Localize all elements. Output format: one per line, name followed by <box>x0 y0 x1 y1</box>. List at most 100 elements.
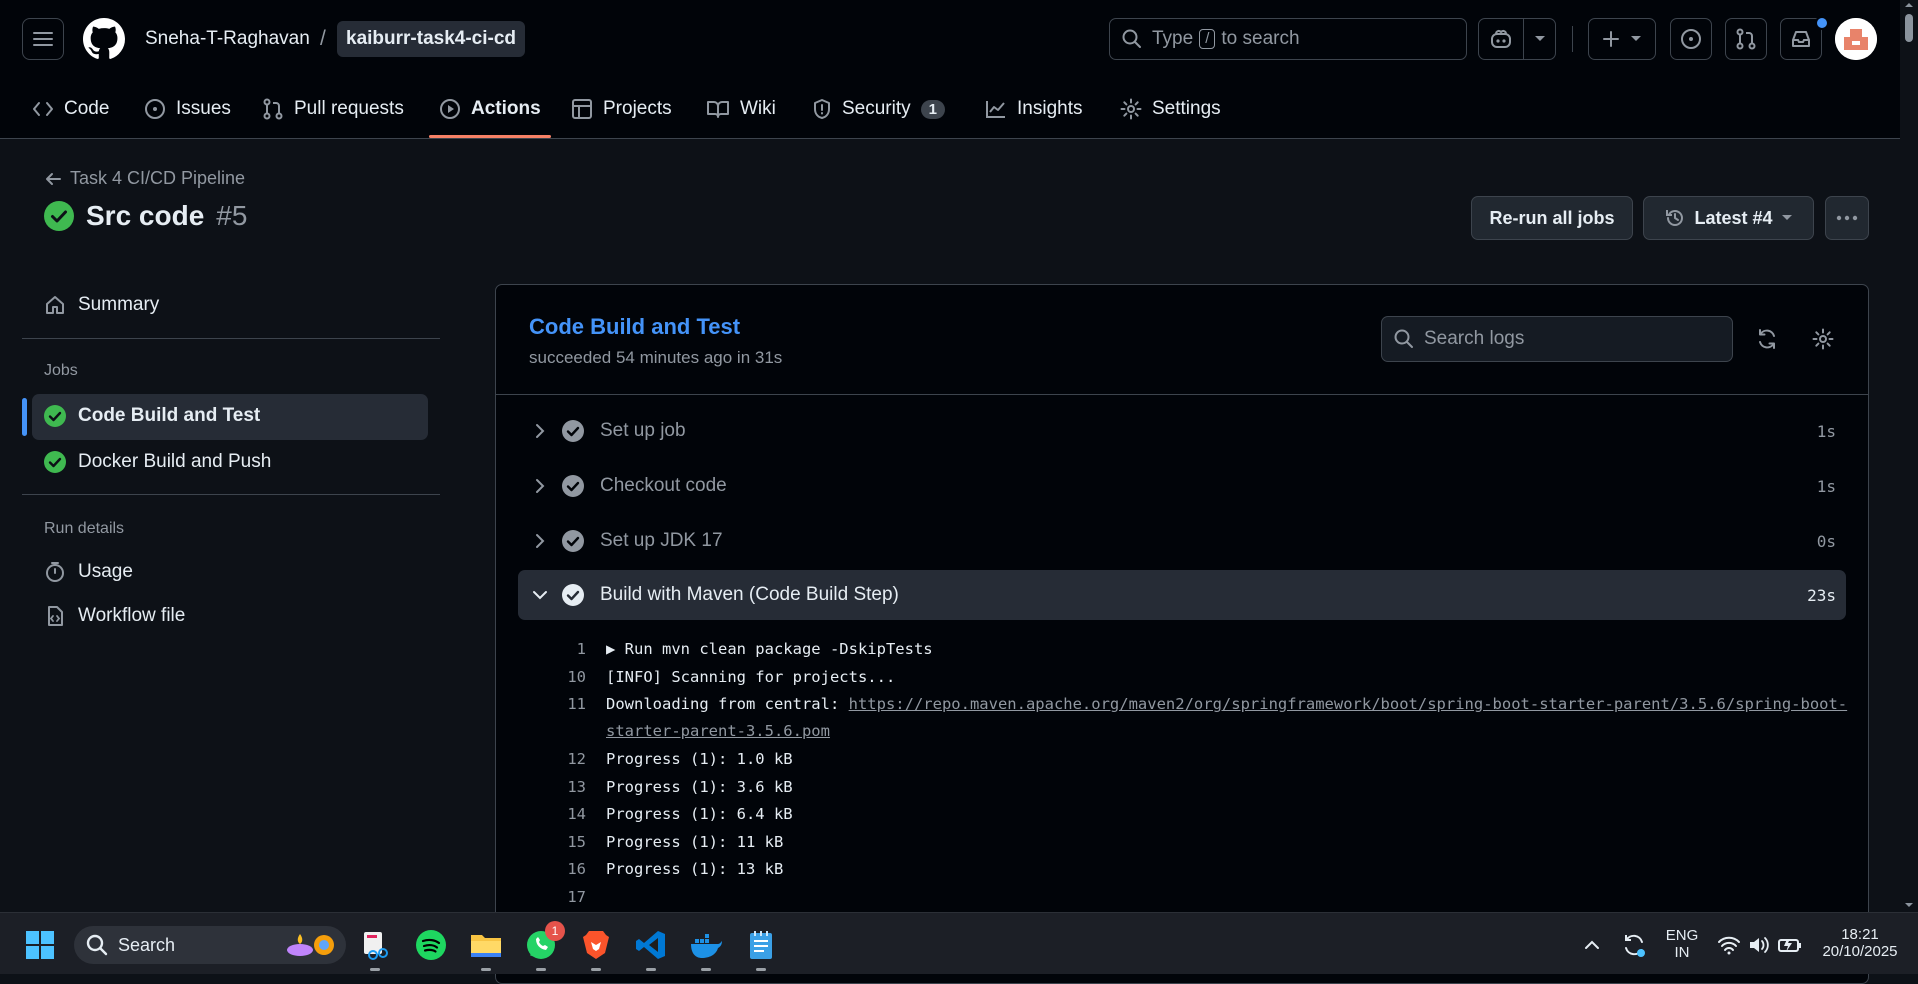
sidebar-item-workflow-file[interactable]: Workflow file <box>44 605 185 627</box>
check-circle-icon <box>44 405 66 427</box>
taskbar-app-whatsapp[interactable]: 1 <box>521 921 565 971</box>
log-line: 17 <box>540 884 1850 911</box>
taskbar-app-vscode[interactable] <box>631 925 671 971</box>
taskbar-app-spotify[interactable] <box>411 925 451 965</box>
issues-button[interactable] <box>1670 18 1712 60</box>
jobs-heading: Jobs <box>44 362 78 379</box>
rerun-all-jobs-button[interactable]: Re-run all jobs <box>1471 196 1633 240</box>
sidebar-item-label: Code Build and Test <box>78 405 261 426</box>
taskbar-search[interactable]: Search <box>74 926 346 964</box>
github-logo-icon[interactable] <box>83 18 125 60</box>
sidebar-item-summary[interactable]: Summary <box>44 294 159 316</box>
back-to-workflow-link[interactable]: Task 4 CI/CD Pipeline <box>44 168 245 189</box>
breadcrumb-repo[interactable]: kaiburr-task4-ci-cd <box>337 21 526 57</box>
volume-icon <box>1750 937 1769 953</box>
spotify-icon <box>416 930 446 960</box>
tab-actions[interactable]: Actions <box>429 80 551 138</box>
search-suffix: to search <box>1221 28 1300 49</box>
tab-pull-requests[interactable]: Pull requests <box>262 80 404 138</box>
search-highlight-icon <box>287 934 334 956</box>
taskbar-app-notepad[interactable] <box>741 925 781 971</box>
step-row[interactable]: Set up job 1s <box>518 406 1846 456</box>
show-hidden-icons-button[interactable] <box>1572 925 1612 965</box>
region-code: IN <box>1674 944 1690 961</box>
shield-icon <box>814 99 830 119</box>
input-language[interactable]: ENG IN <box>1664 927 1700 961</box>
kebab-horizontal-icon <box>1836 215 1858 221</box>
tab-projects[interactable]: Projects <box>571 80 672 138</box>
job-title[interactable]: Code Build and Test <box>529 314 740 340</box>
arrow-left-icon <box>46 172 61 185</box>
home-icon <box>46 296 64 314</box>
stopwatch-icon <box>46 562 64 582</box>
log-line-number: 1 <box>576 640 586 658</box>
step-row-expanded[interactable]: Build with Maven (Code Build Step) 23s <box>518 570 1846 620</box>
search-prefix: Type <box>1152 28 1194 49</box>
scroll-up-icon[interactable] <box>1900 0 1918 10</box>
pull-requests-button[interactable] <box>1725 18 1767 60</box>
sidebar-item-label: Workflow file <box>78 605 186 626</box>
tab-label: Actions <box>471 98 541 119</box>
clock-time: 18:21 <box>1841 926 1879 943</box>
panel-divider <box>496 394 1868 395</box>
tab-insights[interactable]: Insights <box>985 80 1082 138</box>
tab-label: Settings <box>1152 98 1221 119</box>
step-row[interactable]: Checkout code 1s <box>518 461 1846 511</box>
step-duration: 23s <box>1807 585 1836 605</box>
log-line: 10 [INFO] Scanning for projects... <box>540 664 1850 691</box>
sidebar-item-usage[interactable]: Usage <box>44 561 133 583</box>
avatar[interactable] <box>1835 18 1877 60</box>
windows-start-button[interactable] <box>20 925 60 965</box>
breadcrumb-owner[interactable]: Sneha-T-Raghavan <box>145 28 310 50</box>
check-circle-icon <box>562 584 584 606</box>
snipping-tool-icon <box>364 932 388 960</box>
workflow-name: Task 4 CI/CD Pipeline <box>70 168 246 188</box>
menu-button[interactable] <box>22 18 64 60</box>
gear-icon <box>1812 328 1834 350</box>
running-indicator <box>370 968 380 971</box>
clock[interactable]: 18:21 20/10/2025 <box>1810 926 1910 960</box>
tab-security[interactable]: Security 1 <box>812 80 945 138</box>
quick-settings-button[interactable] <box>1710 925 1810 965</box>
log-line-text: Progress (1): 13 kB <box>606 860 784 878</box>
running-indicator <box>591 968 601 971</box>
sidebar-item-job-docker-build-and-push[interactable]: Docker Build and Push <box>44 451 271 473</box>
scrollbar-thumb[interactable] <box>1905 14 1913 42</box>
sync-icon <box>1759 329 1775 349</box>
create-new-button[interactable] <box>1588 18 1656 60</box>
sidebar-divider <box>22 494 440 495</box>
scroll-down-icon[interactable] <box>1900 900 1918 910</box>
issue-icon <box>1681 29 1701 49</box>
copilot-button[interactable] <box>1478 18 1556 60</box>
step-name: Build with Maven (Code Build Step) <box>600 584 899 605</box>
log-settings-button[interactable] <box>1808 324 1838 354</box>
refresh-logs-button[interactable] <box>1752 324 1782 354</box>
gear-icon <box>1120 98 1142 120</box>
taskbar-app-brave[interactable] <box>576 925 616 971</box>
whatsapp-badge: 1 <box>545 921 565 941</box>
check-circle-icon <box>562 475 584 497</box>
sync-tray-button[interactable] <box>1614 925 1654 965</box>
more-options-button[interactable] <box>1825 196 1869 240</box>
taskbar-app-snipping[interactable] <box>355 925 395 971</box>
tab-issues[interactable]: Issues <box>144 80 231 138</box>
search-logs-input[interactable]: Search logs <box>1381 316 1733 362</box>
taskbar-app-file-explorer[interactable] <box>466 925 506 971</box>
tab-label: Wiki <box>740 98 776 119</box>
attempt-selector[interactable]: Latest #4 <box>1643 196 1814 240</box>
global-search-input[interactable]: Type / to search <box>1109 18 1467 60</box>
page-scrollbar[interactable] <box>1900 0 1918 912</box>
docker-icon <box>691 934 722 958</box>
tab-wiki[interactable]: Wiki <box>706 80 776 138</box>
taskbar-app-docker[interactable] <box>686 925 726 971</box>
vscode-icon <box>636 931 665 959</box>
log-line[interactable]: 1 ▶ Run mvn clean package -DskipTests <box>540 636 1850 663</box>
sidebar-item-job-code-build-and-test[interactable]: Code Build and Test <box>44 405 260 427</box>
log-line-text: Downloading from central: <box>606 695 849 713</box>
log-line: 14 Progress (1): 6.4 kB <box>540 801 1850 828</box>
step-row[interactable]: Set up JDK 17 0s <box>518 516 1846 566</box>
check-circle-icon <box>562 420 584 442</box>
book-icon <box>707 101 729 118</box>
tab-settings[interactable]: Settings <box>1120 80 1221 138</box>
tab-code[interactable]: Code <box>32 80 109 138</box>
